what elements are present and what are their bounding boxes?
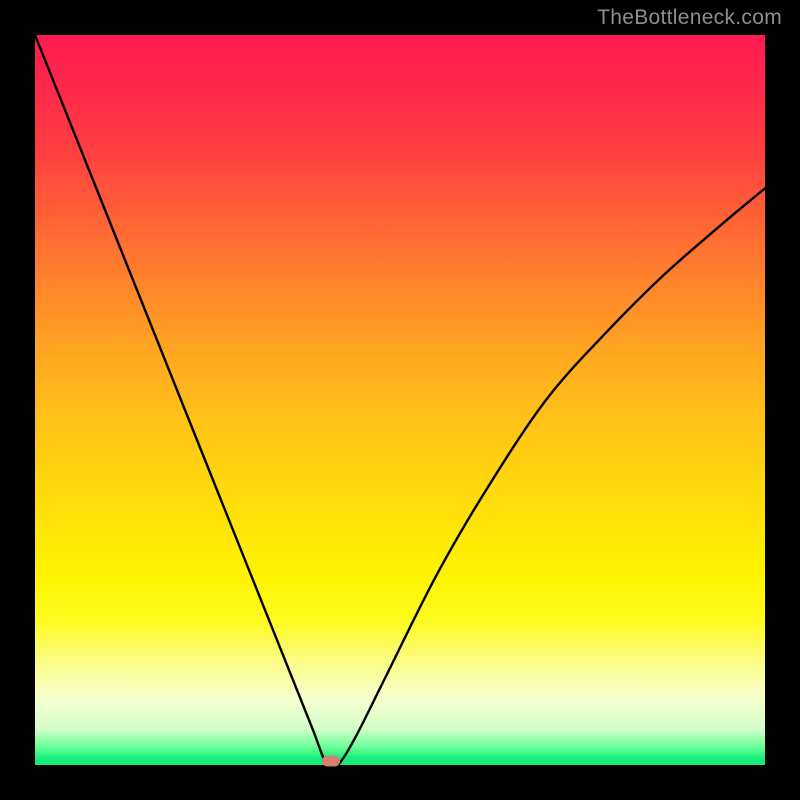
curve-svg [35,35,765,765]
optimum-marker [322,756,340,767]
chart-frame: TheBottleneck.com [0,0,800,800]
watermark-text: TheBottleneck.com [597,6,782,30]
bottleneck-curve [35,35,765,765]
plot-area [35,35,765,765]
